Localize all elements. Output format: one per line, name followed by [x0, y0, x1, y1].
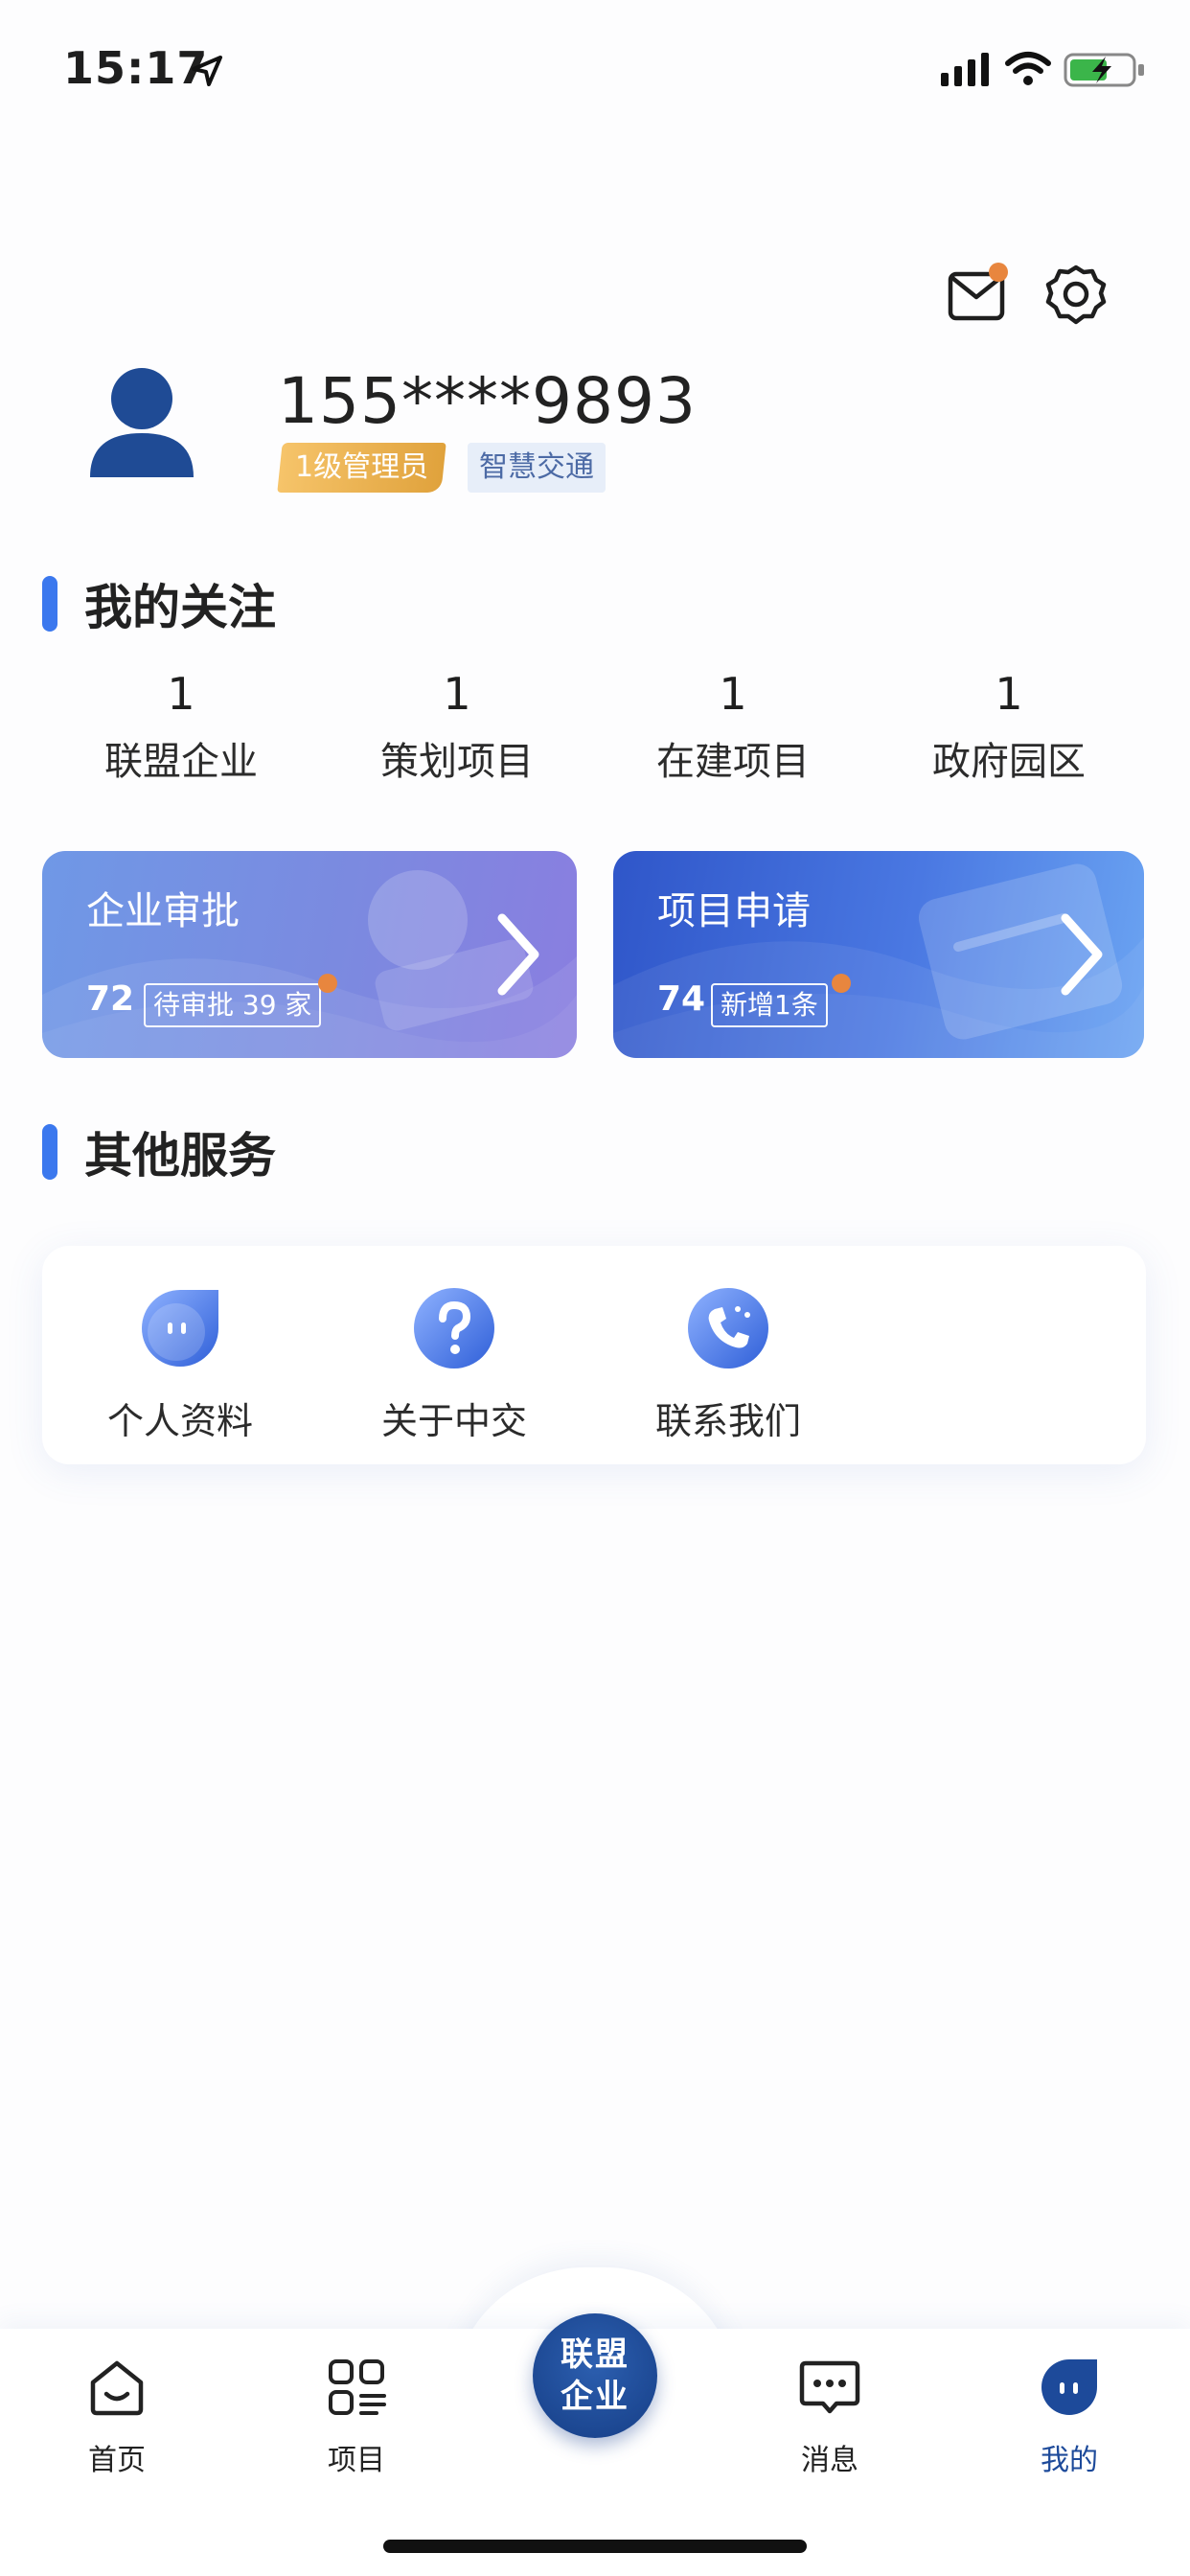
tab-messages[interactable]: 消息	[753, 2356, 906, 2478]
home-icon	[90, 2360, 144, 2416]
stat-alliance-enterprises[interactable]: 1 联盟企业	[66, 667, 296, 786]
project-icon	[329, 2359, 386, 2415]
center-alliance-button[interactable]: 联盟企业	[533, 2313, 657, 2438]
stat-value: 1	[995, 668, 1023, 720]
stat-value: 1	[719, 668, 747, 720]
new-added-tag: 新增1条	[711, 983, 828, 1027]
notify-dot	[832, 974, 851, 993]
enterprise-approval-card[interactable]: 企业审批 72 待审批 39 家	[42, 851, 577, 1058]
follow-section-header: 我的关注	[42, 575, 276, 635]
stat-building-projects[interactable]: 1 在建项目	[618, 667, 848, 786]
organization-badge: 智慧交通	[468, 443, 606, 493]
admin-level-badge: 1级管理员	[277, 443, 446, 493]
user-phone: 155****9893	[278, 364, 697, 438]
chevron-right-icon	[497, 913, 539, 996]
card-count: 74	[657, 979, 706, 1019]
center-button-label: 联盟企业	[561, 2335, 629, 2416]
question-icon	[414, 1288, 494, 1368]
section-accent-bar	[42, 576, 57, 632]
avatar[interactable]	[84, 360, 199, 483]
service-profile[interactable]: 个人资料	[75, 1286, 286, 1444]
tab-projects[interactable]: 项目	[280, 2356, 433, 2478]
follow-stats: 1 联盟企业 1 策划项目 1 在建项目 1 政府园区	[0, 667, 1190, 792]
cellular-signal-icon	[941, 53, 989, 86]
tab-mine[interactable]: 我的	[993, 2356, 1146, 2478]
notify-dot	[318, 974, 337, 993]
status-time: 15:17	[63, 42, 209, 94]
unread-dot	[989, 263, 1008, 282]
message-icon	[799, 2360, 860, 2414]
service-label: 个人资料	[106, 1400, 253, 1442]
tab-label: 消息	[801, 2444, 858, 2477]
location-arrow-icon	[192, 56, 222, 86]
section-accent-bar	[42, 1124, 57, 1180]
stat-label: 在建项目	[656, 740, 810, 784]
stat-value: 1	[443, 668, 471, 720]
other-services-header: 其他服务	[42, 1123, 276, 1184]
card-title: 企业审批	[86, 889, 240, 933]
service-about[interactable]: 关于中交	[349, 1286, 560, 1444]
phone-icon	[688, 1288, 768, 1368]
battery-charging-icon	[1064, 53, 1144, 87]
profile-icon	[142, 1290, 218, 1367]
other-services-title: 其他服务	[84, 1128, 276, 1184]
services-panel: 个人资料 关于中交 联系我们	[42, 1246, 1146, 1464]
follow-section-title: 我的关注	[84, 580, 276, 635]
tab-label: 我的	[1041, 2444, 1098, 2477]
pending-approval-tag: 待审批 39 家	[144, 983, 322, 1027]
stat-label: 策划项目	[380, 740, 534, 784]
tab-label: 项目	[328, 2444, 385, 2477]
status-bar: 15:17	[0, 0, 1190, 134]
gear-icon[interactable]	[1042, 261, 1110, 328]
stat-planned-projects[interactable]: 1 策划项目	[342, 667, 572, 786]
home-indicator	[383, 2540, 807, 2553]
service-contact[interactable]: 联系我们	[623, 1286, 834, 1444]
card-title: 项目申请	[657, 889, 811, 933]
stat-label: 联盟企业	[104, 740, 258, 784]
stat-label: 政府园区	[932, 740, 1086, 784]
service-label: 联系我们	[654, 1400, 801, 1442]
stat-government-parks[interactable]: 1 政府园区	[894, 667, 1124, 786]
chevron-right-icon	[1061, 913, 1103, 996]
mine-icon	[1041, 2359, 1097, 2415]
project-application-card[interactable]: 项目申请 74 新增1条	[613, 851, 1144, 1058]
card-count: 72	[86, 979, 135, 1019]
stat-value: 1	[167, 668, 195, 720]
tab-label: 首页	[88, 2444, 146, 2477]
service-label: 关于中交	[380, 1400, 527, 1442]
tab-home[interactable]: 首页	[40, 2356, 194, 2478]
wifi-icon	[1005, 52, 1051, 85]
